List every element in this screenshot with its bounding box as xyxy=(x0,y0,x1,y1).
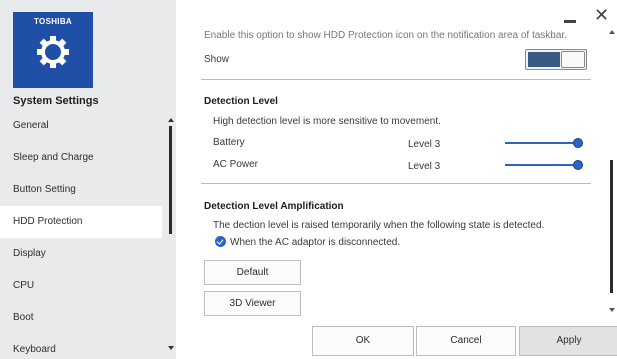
slider-track xyxy=(505,164,579,166)
amplification-description: The dection level is raised temporarily … xyxy=(213,220,545,231)
sidebar-scrollbar[interactable] xyxy=(165,110,175,359)
show-label: Show xyxy=(204,54,230,65)
toggle-fill xyxy=(528,52,560,67)
cancel-button[interactable]: Cancel xyxy=(416,326,516,356)
slider-thumb[interactable] xyxy=(573,138,583,148)
scroll-down-icon[interactable] xyxy=(609,308,615,312)
amplification-heading: Detection Level Amplification xyxy=(204,201,344,212)
sidebar-item-boot[interactable]: Boot xyxy=(0,302,162,334)
scroll-up-icon[interactable] xyxy=(168,118,174,122)
slider-thumb[interactable] xyxy=(573,160,583,170)
divider xyxy=(201,183,591,184)
ac-adaptor-checkbox-label[interactable]: When the AC adaptor is disconnected. xyxy=(230,237,400,248)
detection-level-description: High detection level is more sensitive t… xyxy=(213,116,441,127)
main-panel: ✕ Enable this option to show HDD Protect… xyxy=(176,0,617,359)
minimize-icon[interactable] xyxy=(564,20,576,23)
sidebar-item-general[interactable]: General xyxy=(0,110,162,142)
sidebar-item-keyboard[interactable]: Keyboard xyxy=(0,334,162,359)
3d-viewer-button[interactable]: 3D Viewer xyxy=(204,291,301,316)
ac-power-level-value: Level 3 xyxy=(408,161,441,172)
sidebar-item-display[interactable]: Display xyxy=(0,238,162,270)
battery-level-value: Level 3 xyxy=(408,139,441,150)
slider-track xyxy=(505,142,579,144)
brand-label: TOSHIBA xyxy=(34,17,72,26)
ac-power-level-slider[interactable] xyxy=(505,159,583,171)
sidebar-item-button-setting[interactable]: Button Setting xyxy=(0,174,162,206)
battery-label: Battery xyxy=(213,137,245,148)
ac-adaptor-checkbox[interactable] xyxy=(215,236,226,247)
battery-level-slider[interactable] xyxy=(505,137,583,149)
show-toggle[interactable] xyxy=(525,49,587,70)
close-icon[interactable]: ✕ xyxy=(594,6,609,24)
sidebar-scroll-thumb[interactable] xyxy=(169,126,172,234)
ok-button[interactable]: OK xyxy=(312,326,414,356)
main-scroll-thumb[interactable] xyxy=(610,160,613,293)
app-title: System Settings xyxy=(13,95,99,107)
detection-level-heading: Detection Level xyxy=(204,96,278,107)
default-button[interactable]: Default xyxy=(204,260,301,285)
scroll-down-icon[interactable] xyxy=(168,346,174,350)
ac-power-label: AC Power xyxy=(213,159,259,170)
apply-button[interactable]: Apply xyxy=(519,326,617,356)
main-scrollbar[interactable] xyxy=(608,0,617,359)
notification-description: Enable this option to show HDD Protectio… xyxy=(204,30,567,41)
scroll-up-icon[interactable] xyxy=(609,30,615,34)
sidebar-item-sleep-and-charge[interactable]: Sleep and Charge xyxy=(0,142,162,174)
sidebar-item-cpu[interactable]: CPU xyxy=(0,270,162,302)
toggle-knob xyxy=(561,51,585,68)
divider xyxy=(201,79,591,80)
toshiba-logo-tile: TOSHIBA xyxy=(13,12,93,88)
gear-icon xyxy=(37,36,69,68)
sidebar-item-hdd-protection[interactable]: HDD Protection xyxy=(0,206,162,238)
sidebar: TOSHIBA System Settings General Sleep an… xyxy=(0,0,176,359)
